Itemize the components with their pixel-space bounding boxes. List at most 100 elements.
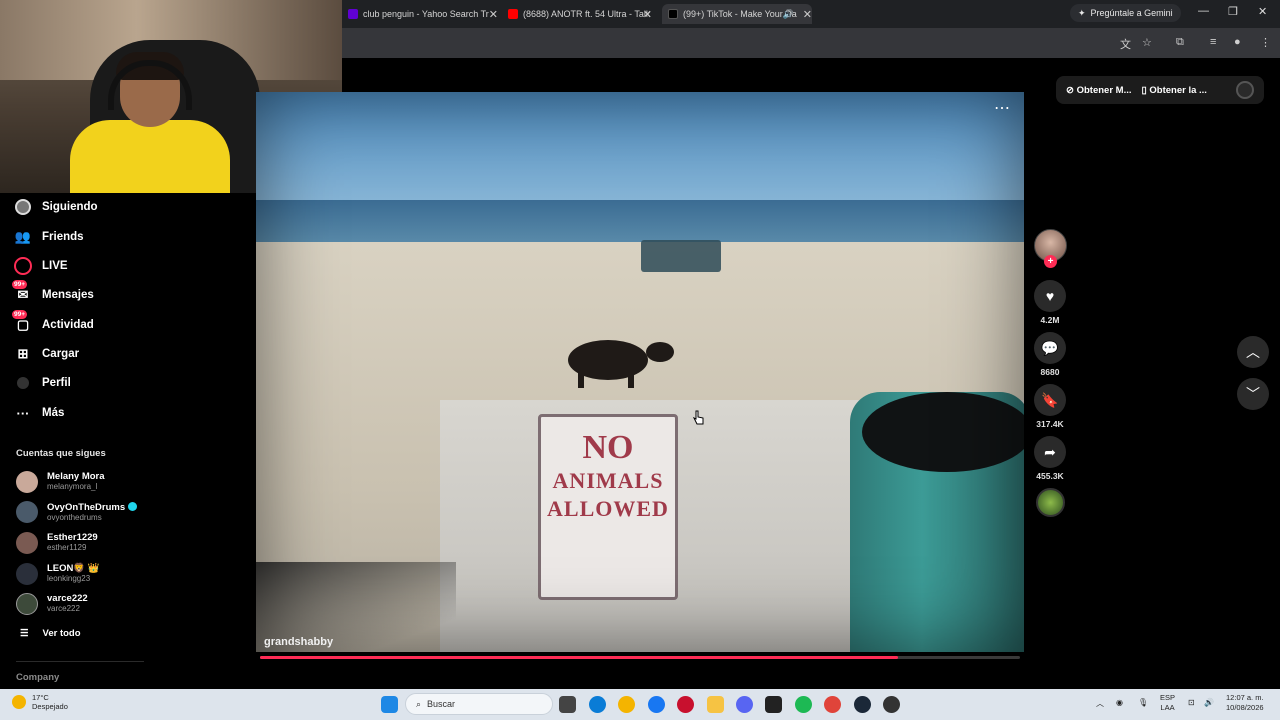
sidebar-item-siguiendo[interactable]: Siguiendo <box>14 196 98 218</box>
live-icon <box>14 257 32 275</box>
game-launcher-icon[interactable] <box>883 696 900 713</box>
chevron-down-icon: ﹀ <box>1246 386 1260 402</box>
browser-menu-icon[interactable]: ⋮ <box>1260 36 1271 49</box>
browser-tab-yahoo[interactable]: club penguin - Yahoo Search Tr ✕ <box>348 4 498 24</box>
see-all-button[interactable]: ☰ Ver todo <box>20 628 81 639</box>
hand-cursor-icon <box>692 410 704 425</box>
extensions-icon[interactable]: ⧉ <box>1176 36 1184 49</box>
chrome-active-icon[interactable] <box>824 696 841 713</box>
windows-start-icon[interactable] <box>381 696 398 713</box>
tab-title: (99+) TikTok - Make Your Da <box>683 9 797 19</box>
sidebar-item-label: Cargar <box>42 348 80 360</box>
discord-icon[interactable] <box>736 696 753 713</box>
opera-icon[interactable] <box>677 696 694 713</box>
system-clock[interactable]: 12:07 a. m. 10/08/2026 <box>1226 693 1264 713</box>
minimize-icon[interactable]: — <box>1198 5 1209 17</box>
comment-action[interactable]: 💬 8680 <box>1034 332 1066 377</box>
comment-icon[interactable]: 💬 <box>1034 332 1066 364</box>
save-action[interactable]: 🔖 317.4K <box>1034 384 1066 429</box>
messages-icon: ✉ 99+ <box>12 280 29 302</box>
sound-disc-icon[interactable] <box>1036 488 1065 517</box>
task-view-icon[interactable] <box>559 696 576 713</box>
get-coins-button[interactable]: ⊘ Obtener M... <box>1066 85 1132 96</box>
next-video-button[interactable]: ﹀ <box>1237 378 1269 410</box>
gemini-label: Pregúntale a Gemini <box>1090 8 1173 18</box>
video-author[interactable]: grandshabby <box>264 636 333 648</box>
sidebar-item-friends[interactable]: 👥 Friends <box>14 226 84 248</box>
file-explorer-icon[interactable] <box>707 696 724 713</box>
close-tab-icon[interactable]: ✕ <box>489 8 498 21</box>
facebook-icon[interactable] <box>648 696 665 713</box>
restore-icon[interactable]: ❐ <box>1228 5 1238 18</box>
edge-icon[interactable] <box>589 696 606 713</box>
like-action[interactable]: ♥ 4.2M <box>1034 280 1066 325</box>
tray-app-icon[interactable]: ◉ <box>1116 698 1123 707</box>
chevron-up-icon: ︿ <box>1246 344 1260 360</box>
account-handle: varce222 <box>47 604 80 613</box>
upload-icon: ⊞ <box>17 346 29 361</box>
taskbar-search[interactable]: ⌕ Buscar <box>405 693 553 715</box>
profile-avatar-icon[interactable]: ● <box>1234 36 1241 48</box>
language-indicator[interactable]: ESP LAA <box>1160 693 1175 713</box>
network-icon[interactable]: ⊡ <box>1188 698 1195 707</box>
previous-video-button[interactable]: ︿ <box>1237 336 1269 368</box>
following-accounts-title: Cuentas que sigues <box>16 448 106 459</box>
volume-icon[interactable]: 🔊 <box>1204 698 1214 707</box>
gemini-button[interactable]: ✦ Pregúntale a Gemini <box>1070 4 1181 22</box>
browser-tab-tiktok[interactable]: (99+) TikTok - Make Your Da 🔊 ✕ <box>662 4 812 24</box>
steam-icon[interactable] <box>854 696 871 713</box>
sidebar-item-mas[interactable]: ··· Más <box>14 402 65 424</box>
weather-condition: Despejado <box>32 702 68 711</box>
tab-title: (8688) ANOTR ft. 54 Ultra - Talk <box>523 9 651 19</box>
sidebar-item-perfil[interactable]: Perfil <box>14 372 71 394</box>
app-icon[interactable] <box>765 696 782 713</box>
get-app-button[interactable]: ▯ Obtener la ... <box>1142 85 1207 96</box>
sidebar-item-actividad[interactable]: ▢ 99+ Actividad <box>12 310 94 336</box>
browser-tab-youtube[interactable]: (8688) ANOTR ft. 54 Ultra - Talk ✕ <box>508 4 652 24</box>
tab-title: club penguin - Yahoo Search Tr <box>363 9 489 19</box>
save-count: 317.4K <box>1036 419 1064 429</box>
followed-account[interactable]: Melany Mora melanymora_l <box>16 469 105 495</box>
get-app-label: Obtener la ... <box>1149 84 1207 96</box>
sidebar-divider <box>16 661 144 662</box>
reading-list-icon[interactable]: ≡ <box>1210 36 1216 48</box>
follow-plus-icon[interactable]: + <box>1044 255 1057 268</box>
microphone-icon[interactable]: 🎙 <box>1138 698 1148 707</box>
bookmark-star-icon[interactable]: ☆ <box>1142 36 1152 49</box>
account-handle: ovyonthedrums <box>47 512 102 522</box>
sidebar-item-mensajes[interactable]: ✉ 99+ Mensajes <box>12 280 94 306</box>
heart-icon[interactable]: ♥ <box>1034 280 1066 312</box>
yahoo-favicon-icon <box>348 9 358 19</box>
clock-time: 12:07 a. m. <box>1226 693 1264 702</box>
followed-account[interactable]: OvyOnTheDrums ovyonthedrums <box>16 499 138 525</box>
close-tab-icon[interactable]: ✕ <box>803 8 812 21</box>
close-tab-icon[interactable]: ✕ <box>643 8 652 21</box>
clock-date: 10/08/2026 <box>1226 703 1264 712</box>
followed-account[interactable]: Esther1229 esther1129 <box>16 530 98 556</box>
profile-icon <box>14 374 32 392</box>
speaker-icon[interactable]: 🔊 <box>783 9 794 20</box>
more-options-icon[interactable]: ⋯ <box>994 98 1010 118</box>
spotify-icon[interactable] <box>795 696 812 713</box>
tray-expand-icon[interactable]: ︿ <box>1096 698 1104 709</box>
weather-widget[interactable]: 17°C Despejado <box>12 693 68 711</box>
gemini-sparkle-icon: ✦ <box>1078 7 1086 18</box>
followed-account[interactable]: LEON🦁 👑 leonkingg23 <box>16 561 100 587</box>
youtube-favicon-icon <box>508 9 518 19</box>
address-bar[interactable] <box>342 28 1280 58</box>
company-link[interactable]: Company <box>16 672 59 683</box>
bookmark-icon[interactable]: 🔖 <box>1034 384 1066 416</box>
sidebar-item-live[interactable]: LIVE <box>14 255 68 277</box>
user-avatar[interactable] <box>1236 81 1254 99</box>
translate-icon[interactable]: 文 <box>1120 36 1131 52</box>
weather-temp: 17°C <box>32 693 49 702</box>
video-player[interactable]: NO ANIMALS ALLOWED ⋯ grandshabby <box>256 92 1024 652</box>
sidebar-item-cargar[interactable]: ⊞ Cargar <box>14 343 80 365</box>
chrome-icon[interactable] <box>618 696 635 713</box>
share-icon[interactable]: ➦ <box>1034 436 1066 468</box>
window-close-icon[interactable]: ✕ <box>1258 5 1267 18</box>
followed-account[interactable]: varce222 varce222 <box>16 591 88 617</box>
video-progress-bar[interactable] <box>260 656 1020 659</box>
share-action[interactable]: ➦ 455.3K <box>1034 436 1066 481</box>
sidebar-item-label: LIVE <box>42 260 68 272</box>
